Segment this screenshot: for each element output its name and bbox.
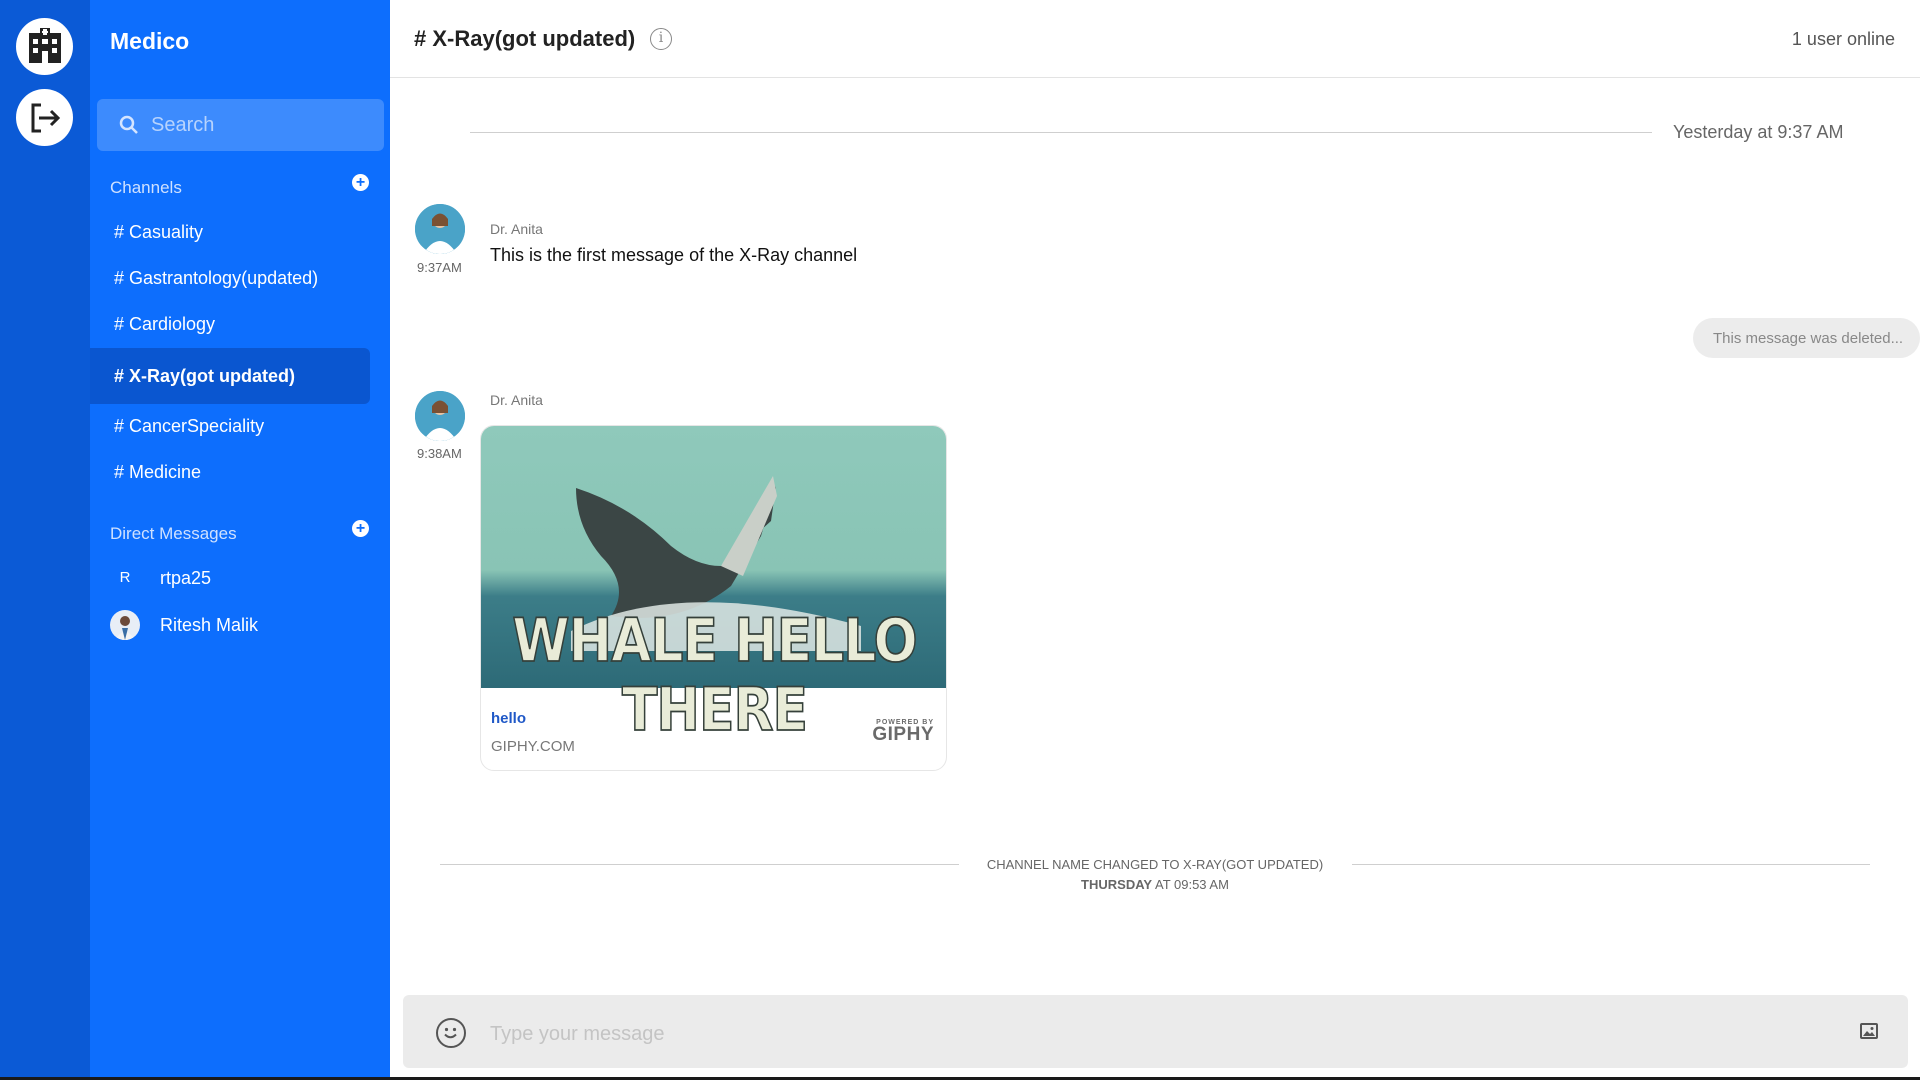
dm-heading: Direct Messages [110, 524, 237, 543]
search-box[interactable] [97, 99, 384, 151]
date-divider-line [470, 132, 1652, 133]
message-author: Dr. Anita [490, 392, 543, 408]
channel-item-cancerspeciality[interactable]: # CancerSpeciality [90, 403, 370, 449]
gif-image[interactable]: WHALE HELLO THERE [481, 426, 946, 746]
system-message-time: THURSDAY AT 09:53 AM [960, 875, 1350, 895]
channel-header: # X-Ray(got updated) i 1 user online [390, 0, 1920, 78]
sidebar: Medico Channels + # Casuality # Gastrant… [90, 0, 390, 1080]
logout-icon[interactable] [16, 89, 73, 146]
message-input[interactable] [490, 1019, 1790, 1049]
hospital-icon[interactable] [16, 18, 73, 75]
system-message-at: AT 09:53 AM [1154, 877, 1229, 892]
add-dm-icon[interactable]: + [352, 520, 369, 537]
channels-heading: Channels [110, 178, 182, 197]
system-message: CHANNEL NAME CHANGED TO X-RAY(GOT UPDATE… [960, 855, 1350, 895]
message-text: This is the first message of the X-Ray c… [490, 245, 858, 265]
system-message-day: THURSDAY [1081, 877, 1153, 892]
system-message-text: CHANNEL NAME CHANGED TO X-RAY(GOT UPDATE… [986, 857, 1324, 872]
app-rail [0, 0, 90, 1080]
channel-item-cardiology[interactable]: # Cardiology [90, 301, 370, 347]
giphy-logo: POWERED BY GIPHY [872, 719, 934, 744]
search-icon [119, 115, 138, 134]
gif-source: GIPHY.COM [491, 738, 575, 755]
channel-item-gastrantology[interactable]: # Gastrantology(updated) [90, 255, 370, 301]
dm-item-rtpa25[interactable]: R rtpa25 [110, 558, 211, 598]
gif-embed[interactable]: WHALE HELLO THERE hello GIPHY.COM POWERE… [480, 425, 947, 771]
dm-initial: R [119, 569, 131, 586]
online-count: 1 user online [1791, 29, 1895, 49]
gif-link-title[interactable]: hello [491, 710, 526, 727]
add-channel-icon[interactable]: + [352, 174, 369, 191]
date-divider-label: Yesterday at 9:37 AM [1673, 122, 1844, 142]
workspace-name: Medico [110, 28, 190, 54]
emoji-icon[interactable] [436, 1018, 466, 1048]
message-time: 9:38AM [417, 446, 462, 461]
message-author: Dr. Anita [490, 221, 543, 237]
deleted-message: This message was deleted... [1693, 318, 1920, 358]
info-icon[interactable]: i [650, 28, 672, 50]
search-input[interactable] [151, 113, 371, 137]
giphy-brand: GIPHY [872, 724, 934, 745]
page-title: # X-Ray(got updated) [414, 26, 636, 51]
dm-item-ritesh-malik[interactable]: Ritesh Malik [110, 605, 258, 645]
avatar[interactable] [415, 204, 465, 254]
channel-item-casuality[interactable]: # Casuality [90, 209, 370, 255]
dm-name: rtpa25 [160, 567, 212, 588]
system-divider-right [1352, 864, 1870, 865]
message-time: 9:37AM [417, 260, 462, 275]
avatar[interactable] [415, 391, 465, 441]
channel-item-xray[interactable]: # X-Ray(got updated) [90, 348, 370, 404]
dm-name: Ritesh Malik [160, 614, 259, 635]
system-divider-left [440, 864, 959, 865]
channel-item-medicine[interactable]: # Medicine [90, 449, 370, 495]
image-icon[interactable] [1860, 1023, 1878, 1039]
avatar [110, 610, 140, 640]
message-composer [403, 995, 1908, 1068]
